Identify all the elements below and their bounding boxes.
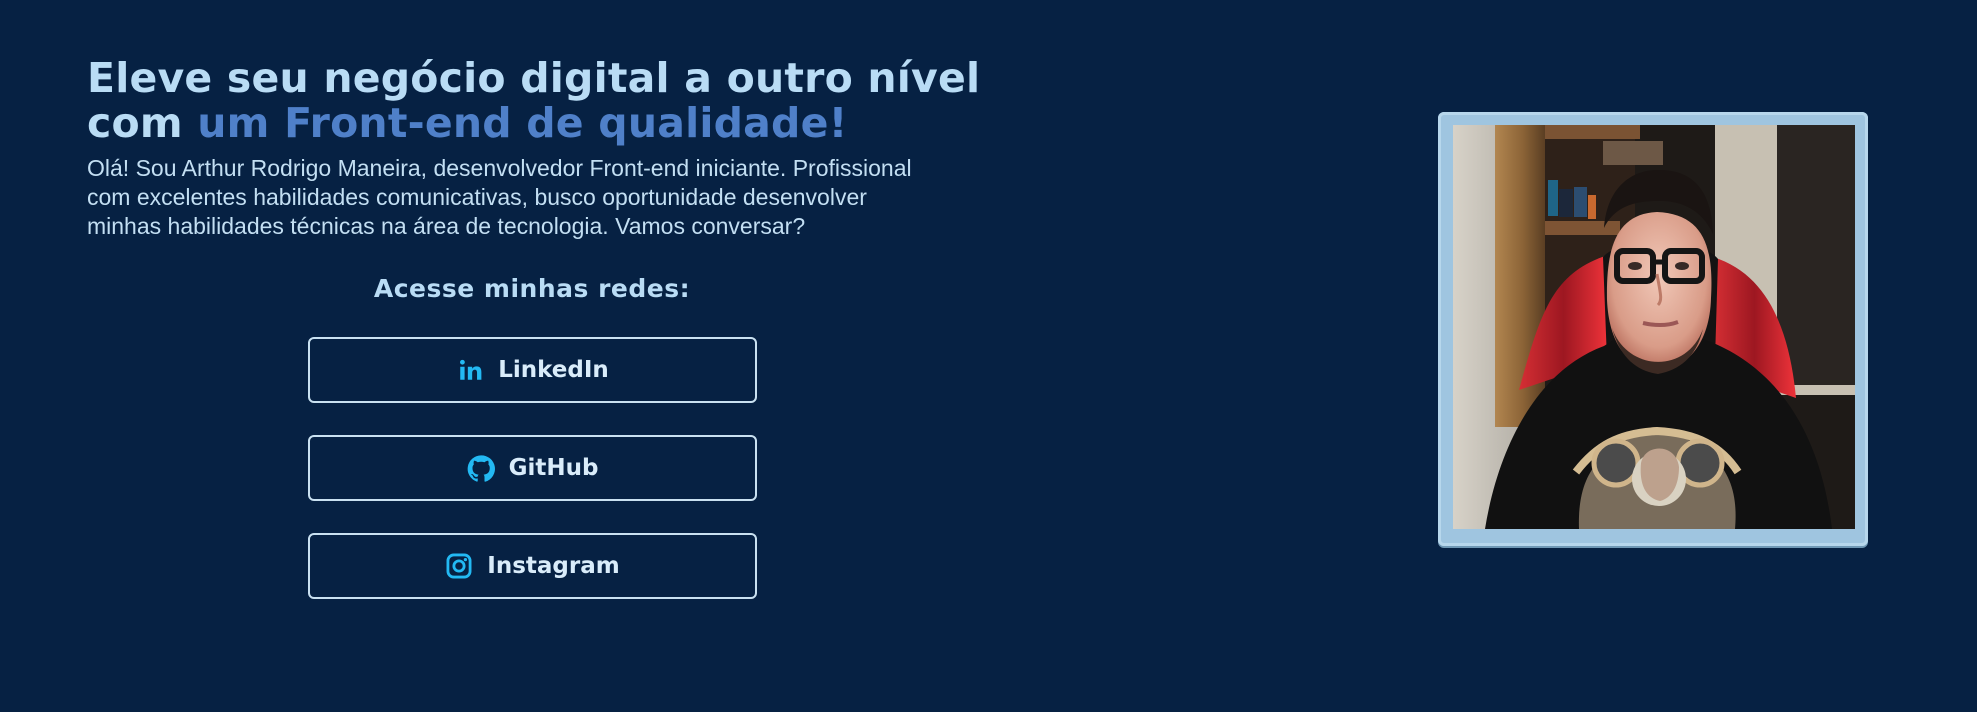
linkedin-label: LinkedIn (498, 357, 609, 383)
profile-photo-frame (1438, 112, 1868, 546)
socials-title: Acesse minhas redes: (373, 274, 691, 303)
github-icon (467, 454, 495, 482)
github-button[interactable]: GitHub (308, 435, 757, 501)
hero-title-highlight: um Front-end de qualidade! (197, 99, 848, 147)
instagram-icon (445, 552, 473, 580)
instagram-label: Instagram (487, 553, 620, 579)
linkedin-button[interactable]: LinkedIn (308, 337, 757, 403)
hero-bio: Olá! Sou Arthur Rodrigo Maneira, desenvo… (87, 155, 912, 239)
hero-title: Eleve seu negócio digital a outro nível … (87, 56, 1047, 146)
hero-section: Eleve seu negócio digital a outro nível … (87, 56, 1047, 241)
profile-photo (1453, 125, 1855, 529)
landing-page: Eleve seu negócio digital a outro nível … (0, 0, 1977, 712)
instagram-button[interactable]: Instagram (308, 533, 757, 599)
github-label: GitHub (508, 455, 599, 481)
linkedin-icon (456, 356, 484, 384)
social-links: LinkedIn GitHub Instagram (308, 337, 757, 631)
